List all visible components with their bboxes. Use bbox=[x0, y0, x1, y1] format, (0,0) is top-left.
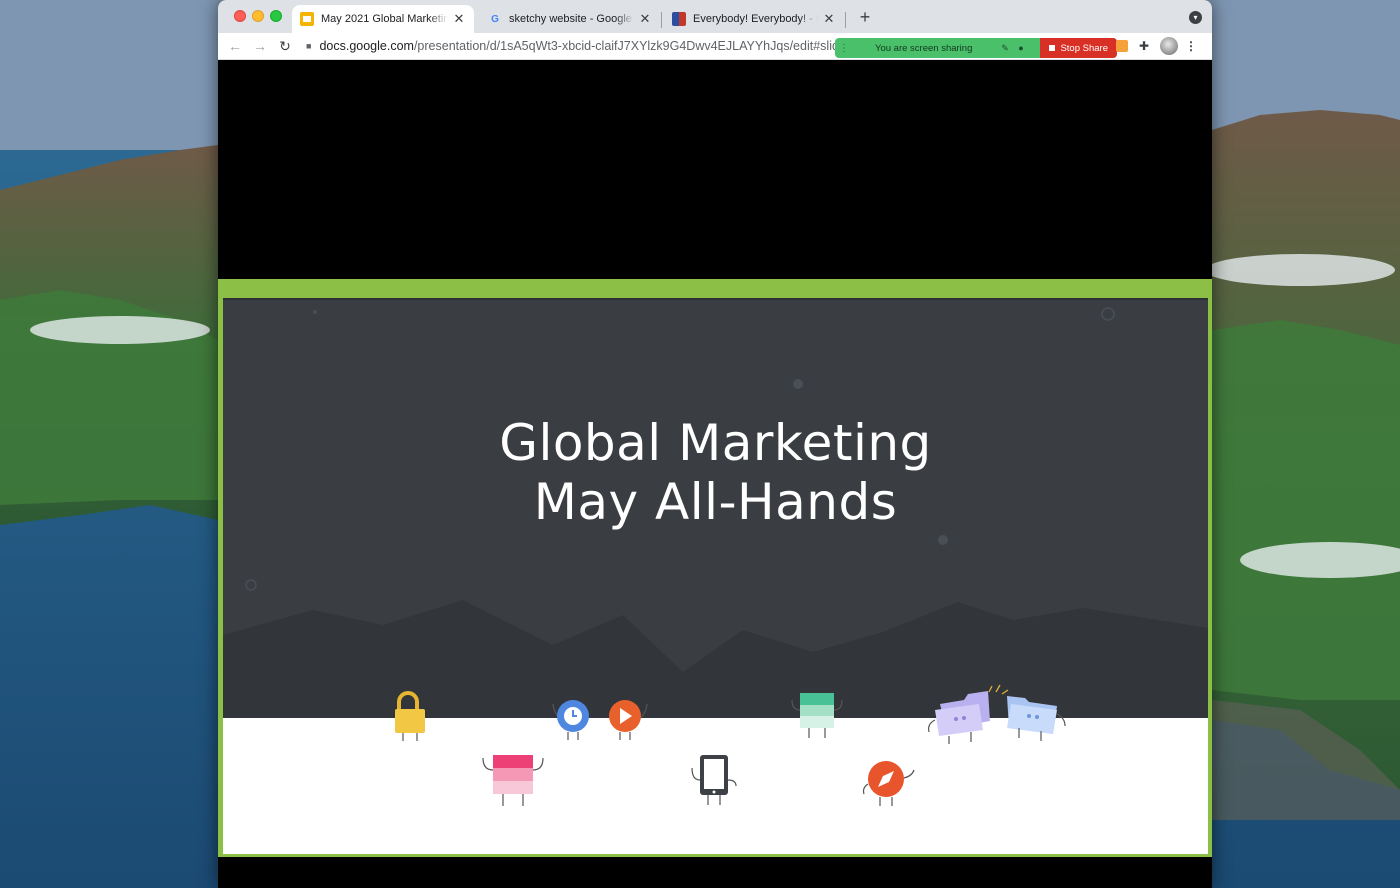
rss-extension-icon[interactable] bbox=[1116, 40, 1128, 52]
close-tab-icon[interactable]: ✕ bbox=[452, 11, 466, 27]
tab-title: Everybody! Everybody! - Home bbox=[693, 13, 818, 25]
tab-strip: May 2021 Global Marketing Mo ✕ G sketchy… bbox=[218, 0, 1212, 33]
mountain-silhouette bbox=[223, 600, 1208, 720]
presentation-stage: Global Marketing May All-Hands bbox=[218, 60, 1212, 888]
tab-everybody[interactable]: Everybody! Everybody! - Home ✕ bbox=[664, 5, 844, 33]
browser-window: May 2021 Global Marketing Mo ✕ G sketchy… bbox=[218, 0, 1212, 888]
browser-toolbar: ← → ↻ ■ docs.google.com/presentation/d/1… bbox=[218, 33, 1212, 60]
stop-icon bbox=[1049, 45, 1056, 51]
drag-handle-icon[interactable]: ⋮ bbox=[837, 43, 851, 54]
sparkle bbox=[1101, 307, 1115, 321]
sparkle bbox=[938, 535, 948, 545]
slide-content: Global Marketing May All-Hands bbox=[223, 298, 1208, 854]
url-host: docs.google.com bbox=[319, 39, 414, 53]
close-window-button[interactable] bbox=[234, 10, 246, 22]
slide-title-line2: May All-Hands bbox=[533, 473, 898, 531]
tab-title: May 2021 Global Marketing Mo bbox=[321, 13, 448, 25]
slide-frame: Global Marketing May All-Hands bbox=[218, 279, 1212, 857]
profile-avatar[interactable] bbox=[1160, 37, 1178, 55]
tab-divider bbox=[845, 12, 846, 28]
forward-icon[interactable]: → bbox=[251, 37, 269, 55]
tab-title: sketchy website - Google Sear bbox=[509, 13, 634, 25]
screen-share-status: You are screen sharing bbox=[875, 42, 973, 54]
maximize-window-button[interactable] bbox=[270, 10, 282, 22]
slide-illustration bbox=[223, 307, 1208, 854]
stop-share-button[interactable]: Stop Share bbox=[1040, 38, 1117, 58]
close-tab-icon[interactable]: ✕ bbox=[822, 11, 836, 27]
url-path: /presentation/d/1sA5qWt3-xbcid-claifJ7XY… bbox=[413, 39, 836, 53]
mute-icon[interactable]: ✎ bbox=[997, 43, 1013, 54]
sparkle bbox=[313, 310, 317, 314]
close-tab-icon[interactable]: ✕ bbox=[638, 11, 652, 27]
tab-divider bbox=[661, 12, 662, 28]
extensions-puzzle-icon[interactable]: ✚ bbox=[1136, 38, 1152, 54]
screen-share-bar: ⋮ You are screen sharing ✎ ● Stop Share bbox=[835, 38, 1117, 58]
sparkle bbox=[793, 379, 803, 389]
back-icon[interactable]: ← bbox=[226, 37, 244, 55]
shield-icon[interactable]: ● bbox=[1013, 43, 1029, 53]
sparkle bbox=[245, 579, 257, 591]
tab-search-icon[interactable]: ▾ bbox=[1189, 11, 1202, 24]
google-slides-icon bbox=[300, 12, 314, 26]
address-bar[interactable]: ■ docs.google.com/presentation/d/1sA5qWt… bbox=[306, 35, 836, 57]
homestar-icon bbox=[672, 12, 686, 26]
reload-icon[interactable]: ↻ bbox=[276, 37, 294, 55]
stop-share-label: Stop Share bbox=[1060, 42, 1108, 54]
lock-icon: ■ bbox=[306, 41, 312, 51]
google-g-icon: G bbox=[491, 13, 499, 25]
tab-slides[interactable]: May 2021 Global Marketing Mo ✕ bbox=[292, 5, 474, 33]
slide-title: Global Marketing May All-Hands bbox=[223, 414, 1208, 532]
slide-title-line1: Global Marketing bbox=[499, 414, 932, 472]
tab-google-search[interactable]: G sketchy website - Google Sear ✕ bbox=[480, 5, 660, 33]
minimize-window-button[interactable] bbox=[252, 10, 264, 22]
new-tab-button[interactable]: + bbox=[856, 8, 874, 26]
browser-menu-icon[interactable]: ⋮ bbox=[1185, 38, 1197, 54]
